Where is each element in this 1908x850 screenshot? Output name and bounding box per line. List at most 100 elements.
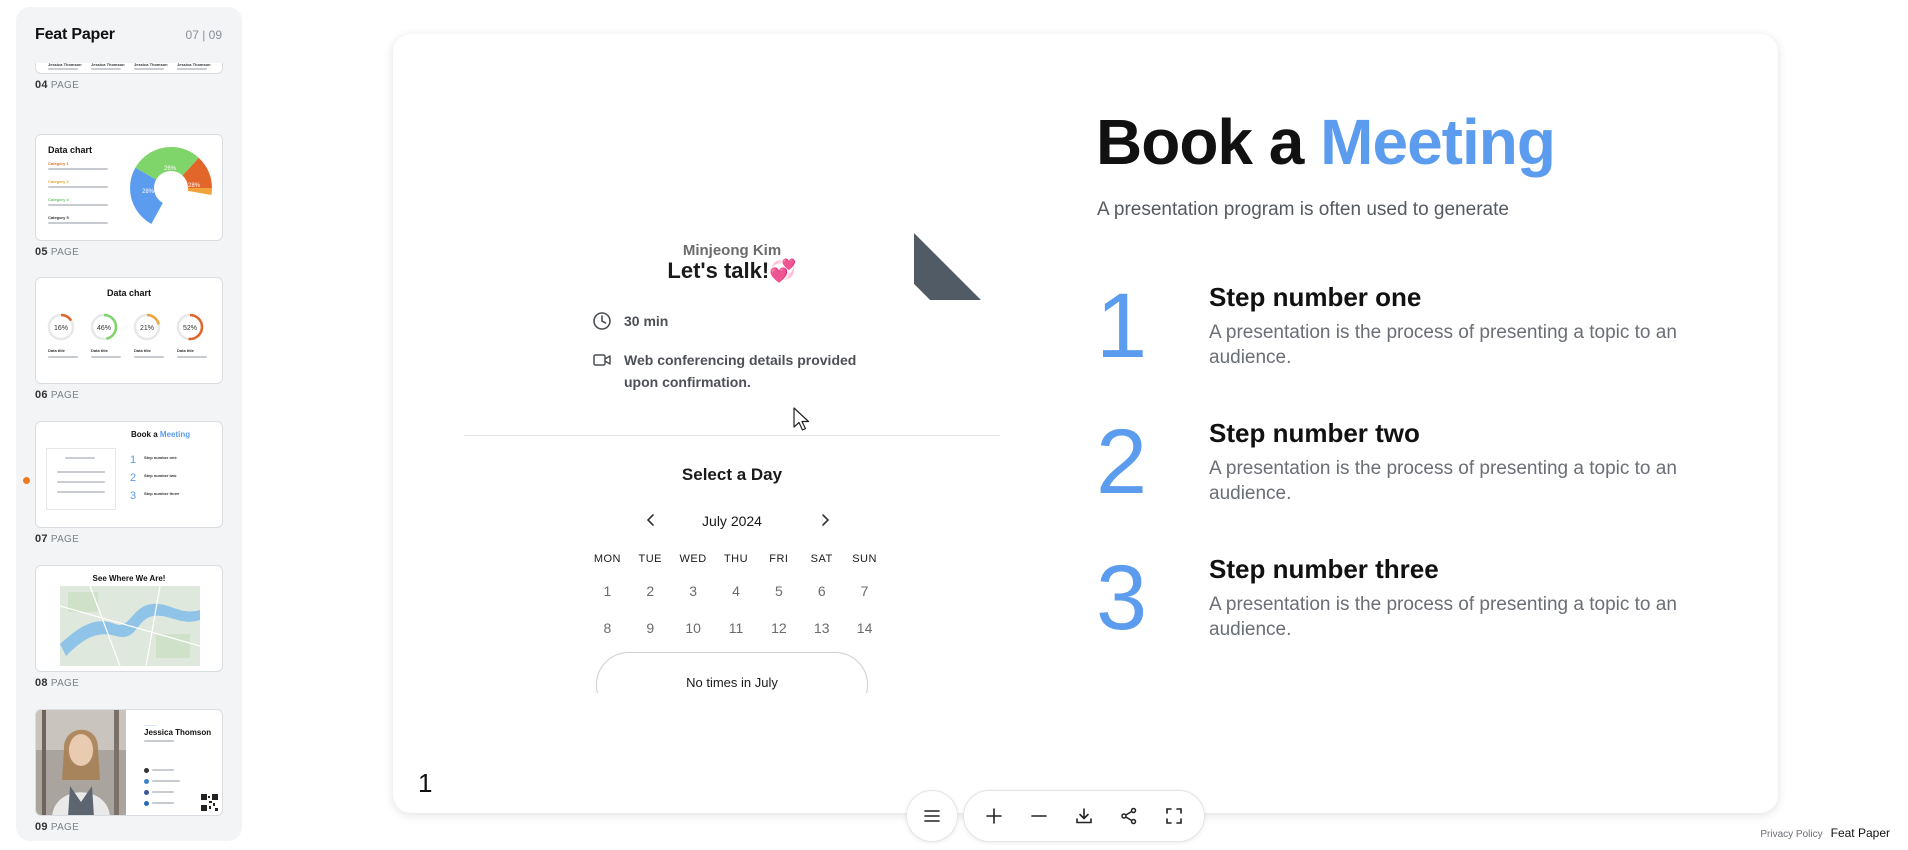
calendar-day[interactable]: 7 xyxy=(843,583,886,599)
page-label-06: 06 PAGE xyxy=(35,389,80,401)
page-thumbnail-05[interactable]: Data chart Category 1 Category 2 Categor… xyxy=(35,134,223,241)
page-label-05: 05 PAGE xyxy=(35,246,80,258)
fullscreen-button[interactable] xyxy=(1156,798,1192,834)
location-row: Web conferencing details provided upon c… xyxy=(592,349,892,393)
page-label-07: 07 PAGE xyxy=(35,533,80,545)
viewer-toolbar xyxy=(963,790,1205,842)
calendar-day[interactable]: 2 xyxy=(629,583,672,599)
pie-chart-thumbnail: 26% 28% 28% 28% xyxy=(130,147,212,229)
location-text: Web conferencing details provided upon c… xyxy=(624,352,857,390)
thumb-title: See Where We Are! xyxy=(92,574,166,583)
calendly-embed[interactable]: Minjeong Kim Let's talk!💞 30 min Web con… xyxy=(464,210,1012,693)
step-number: 2 xyxy=(1096,411,1148,513)
section-divider xyxy=(464,435,1000,436)
pie-label: 28% xyxy=(142,189,155,195)
document-title: Feat Paper xyxy=(35,26,115,43)
duration-text: 30 min xyxy=(624,313,669,329)
step-description: A presentation is the process of present… xyxy=(1209,322,1677,368)
page-thumbnail-06[interactable]: Data chart 16% 46% 21% 52% Data title Da… xyxy=(35,277,223,384)
portrait-photo-thumbnail xyxy=(36,710,126,815)
calendar-day[interactable]: 11 xyxy=(715,620,758,636)
zoom-out-icon xyxy=(1031,815,1047,817)
weekday-header: MON TUE WED THU FRI SAT SUN xyxy=(593,553,877,565)
page-thumbnail-08[interactable]: See Where We Are! xyxy=(35,565,223,672)
slide-heading: Book a Meeting xyxy=(1096,106,1556,178)
zoom-in-icon xyxy=(986,808,1003,824)
slide-subtitle: A presentation program is often used to … xyxy=(1097,199,1509,220)
page-thumb-item-06: Data chart 16% 46% 21% 52% Data title Da… xyxy=(35,277,223,401)
slide-page-number: 1 xyxy=(418,768,433,798)
svg-text:46%: 46% xyxy=(97,325,111,332)
next-month-button[interactable] xyxy=(813,508,837,532)
page-counter: 07 | 09 xyxy=(185,28,222,42)
page-label-08: 08 PAGE xyxy=(35,677,80,689)
thumb-title: Data chart xyxy=(106,288,151,298)
calendar-week-2: 8 9 10 11 12 13 14 xyxy=(586,620,886,636)
share-button[interactable] xyxy=(1111,798,1147,834)
svg-text:21%: 21% xyxy=(140,325,154,332)
step-title: Step number three xyxy=(1209,554,1439,584)
calendar-day[interactable]: 1 xyxy=(586,583,629,599)
calendar-day[interactable]: 14 xyxy=(843,620,886,636)
step-description: A presentation is the process of present… xyxy=(1209,594,1677,640)
calendar-mini-thumbnail xyxy=(46,448,116,510)
step-title: Step number one xyxy=(1209,282,1422,312)
fullscreen-icon xyxy=(1165,808,1182,824)
step-item-3: 3 Step number three A presentation is th… xyxy=(1096,547,1696,674)
step-number: 1 xyxy=(1096,275,1148,377)
calendar-day[interactable]: 5 xyxy=(757,583,800,599)
menu-icon xyxy=(924,810,940,822)
calendar-day[interactable]: 10 xyxy=(672,620,715,636)
page-thumb-item-08: See Where We Are! 08 PAGE xyxy=(35,565,223,689)
calendar-day[interactable]: 8 xyxy=(586,620,629,636)
footer: Privacy Policy Feat Paper xyxy=(1760,826,1890,840)
page-thumbnail-07[interactable]: Book a Meeting 1 Step number one 2 Step … xyxy=(35,421,223,528)
privacy-policy-link[interactable]: Privacy Policy xyxy=(1760,829,1822,840)
pie-label: 28% xyxy=(188,183,201,189)
donut-row-thumbnail: 16% 46% 21% 52% xyxy=(47,313,204,341)
svg-text:16%: 16% xyxy=(54,325,68,332)
svg-text:52%: 52% xyxy=(183,325,197,332)
step-description: A presentation is the process of present… xyxy=(1209,458,1677,504)
thumb-title: Data chart xyxy=(48,145,93,155)
zoom-out-button[interactable] xyxy=(1021,798,1057,834)
powered-by-calendly-badge[interactable]: POWERED BY Calendly xyxy=(914,210,1004,300)
clock-icon xyxy=(593,312,611,330)
month-label: July 2024 xyxy=(702,513,762,529)
pie-label: 26% xyxy=(164,166,177,172)
qr-code-icon xyxy=(201,794,218,811)
active-page-indicator xyxy=(23,477,30,484)
page-thumb-item-09: ——— Jessica Thomson 09 PAGE xyxy=(35,709,223,833)
select-day-heading: Select a Day xyxy=(681,465,783,484)
share-icon xyxy=(1121,807,1137,825)
calendar-day[interactable]: 3 xyxy=(672,583,715,599)
download-icon xyxy=(1076,808,1092,824)
page-sidebar: Jessica Thomson Jessica Thomson Jessica … xyxy=(16,7,242,841)
step-number: 3 xyxy=(1096,547,1148,649)
sidebar-header: Feat Paper 07 | 09 xyxy=(16,7,242,63)
calendar-day[interactable]: 12 xyxy=(757,620,800,636)
thumb-title: Book a Meeting xyxy=(131,430,191,439)
page-label-04: 04 PAGE xyxy=(35,79,80,91)
calendar-day[interactable]: 6 xyxy=(800,583,843,599)
calendar-day[interactable]: 4 xyxy=(715,583,758,599)
page-label-09: 09 PAGE xyxy=(35,821,80,833)
menu-button[interactable] xyxy=(906,790,958,842)
step-title: Step number two xyxy=(1209,418,1420,448)
map-thumbnail xyxy=(60,586,200,666)
step-item-1: 1 Step number one A presentation is the … xyxy=(1096,275,1696,402)
video-camera-icon xyxy=(593,354,611,366)
no-times-notice: No times in July xyxy=(596,652,868,693)
calendar-day[interactable]: 9 xyxy=(629,620,672,636)
mouse-cursor-icon xyxy=(793,407,810,431)
page-thumbnail-09[interactable]: ——— Jessica Thomson xyxy=(35,709,223,816)
pie-label: 28% xyxy=(177,206,190,212)
step-item-2: 2 Step number two A presentation is the … xyxy=(1096,411,1696,538)
thumb-title: Jessica Thomson xyxy=(144,728,212,737)
download-button[interactable] xyxy=(1066,798,1102,834)
calendar-day[interactable]: 13 xyxy=(800,620,843,636)
footer-brand: Feat Paper xyxy=(1830,826,1890,840)
page-thumb-item-07: Book a Meeting 1 Step number one 2 Step … xyxy=(35,421,223,545)
zoom-in-button[interactable] xyxy=(976,798,1012,834)
duration-row: 30 min xyxy=(592,310,668,332)
